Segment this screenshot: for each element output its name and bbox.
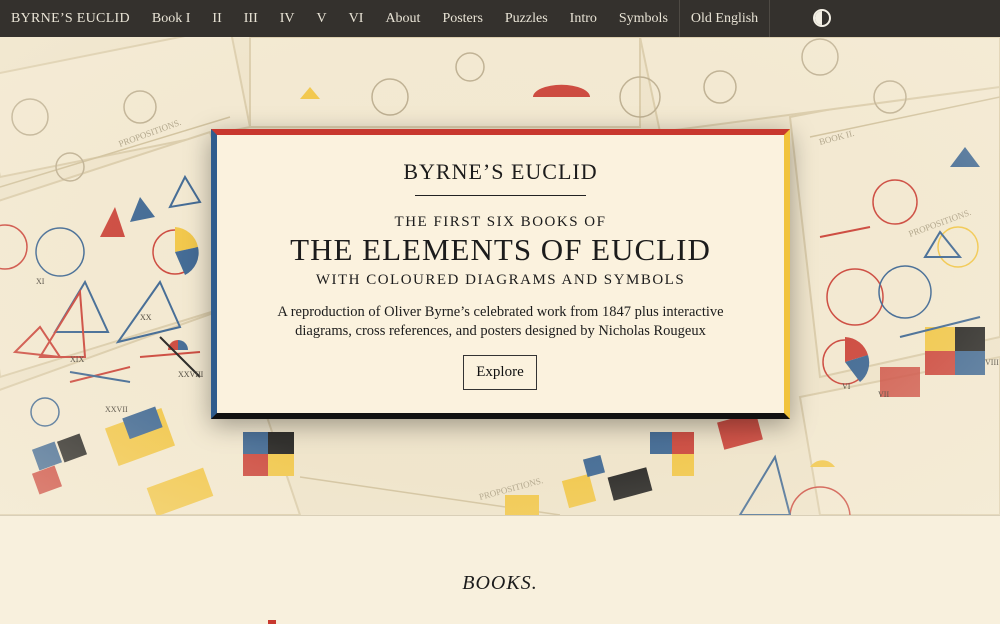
nav-item-book-i[interactable]: Book I bbox=[141, 0, 202, 37]
hero-title: BYRNE’S EUCLID bbox=[403, 159, 598, 184]
nav-item-book-iv[interactable]: IV bbox=[269, 0, 306, 37]
top-nav: BYRNE’S EUCLID Book I II III IV V VI Abo… bbox=[0, 0, 1000, 37]
nav-brand-link[interactable]: BYRNE’S EUCLID bbox=[0, 0, 141, 37]
hero-subheading: WITH COLOURED DIAGRAMS AND SYMBOLS bbox=[315, 272, 686, 288]
nav-item-old-english[interactable]: Old English bbox=[678, 0, 771, 37]
nav-item-intro[interactable]: Intro bbox=[559, 0, 608, 37]
nav-item-posters[interactable]: Posters bbox=[431, 0, 493, 37]
nav-item-book-vi[interactable]: VI bbox=[338, 0, 375, 37]
books-heading: BOOKS. bbox=[462, 572, 538, 594]
books-decoration bbox=[268, 620, 276, 624]
nav-item-book-v[interactable]: V bbox=[306, 0, 338, 37]
contrast-icon[interactable] bbox=[813, 9, 831, 27]
nav-item-book-iii[interactable]: III bbox=[233, 0, 269, 37]
nav-item-about[interactable]: About bbox=[374, 0, 431, 37]
hero-divider bbox=[0, 515, 1000, 516]
explore-button[interactable]: Explore bbox=[463, 355, 537, 390]
hero-heading: THE ELEMENTS OF EUCLID bbox=[290, 232, 711, 267]
nav-item-book-ii[interactable]: II bbox=[201, 0, 232, 37]
nav-item-puzzles[interactable]: Puzzles bbox=[494, 0, 559, 37]
hero-description: A reproduction of Oliver Byrne’s celebra… bbox=[277, 304, 724, 339]
title-rule bbox=[415, 195, 586, 196]
hero-kicker: THE FIRST SIX BOOKS OF bbox=[394, 214, 607, 230]
nav-item-symbols[interactable]: Symbols bbox=[608, 0, 679, 37]
hero-card: BYRNE’S EUCLID THE FIRST SIX BOOKS OF TH… bbox=[211, 129, 790, 419]
